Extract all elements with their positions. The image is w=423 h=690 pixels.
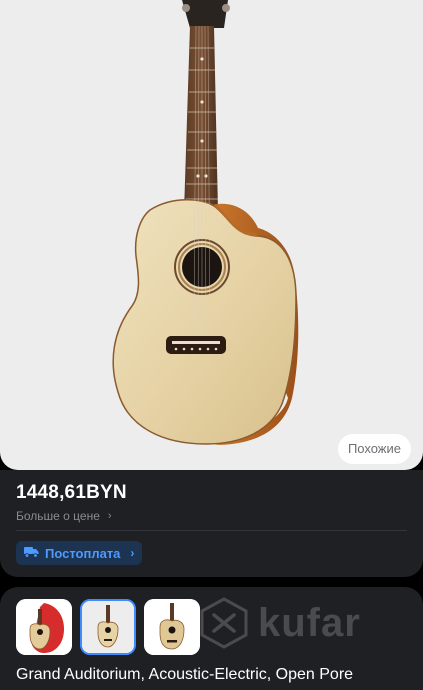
kufar-watermark: kufar [198,597,361,649]
guitar-image [112,0,299,445]
price-card: 1448,61BYN Больше о цене › Постоплата › [0,470,423,577]
chevron-right-icon: › [130,546,135,560]
chevron-right-icon: › [107,510,112,522]
truck-icon [24,546,39,561]
price: 1448,61BYN [16,482,127,503]
product-image[interactable]: Похожие [0,0,423,470]
postpay-label: Постоплата [45,545,121,561]
listing-title: Grand Auditorium, Acoustic-Electric, Ope… [16,666,354,683]
thumbnail-3[interactable] [144,599,200,655]
divider [16,530,407,531]
kufar-logo-icon [200,597,248,649]
kufar-watermark-text: kufar [258,600,361,645]
price-details-link[interactable]: Больше о цене › [16,509,112,523]
thumbnail-1[interactable] [16,599,72,655]
gallery-card: kufar Grand Auditorium, Acoustic-Electri… [0,587,423,690]
postpay-badge[interactable]: Постоплата › [16,541,143,565]
price-details-label: Больше о цене [16,509,100,523]
thumbnail-2[interactable] [80,599,136,655]
similar-button[interactable]: Похожие [337,434,411,464]
thumbnail-strip [16,599,200,655]
